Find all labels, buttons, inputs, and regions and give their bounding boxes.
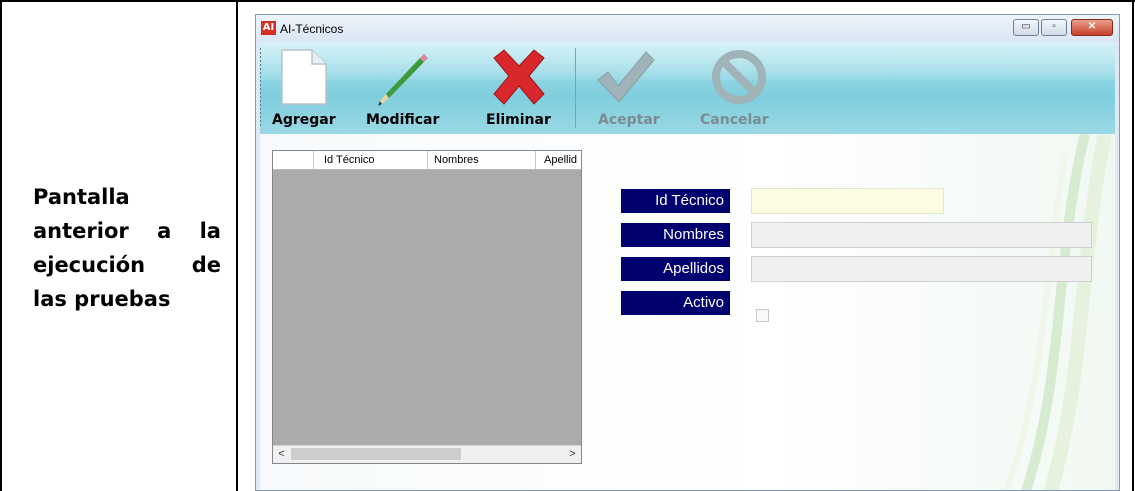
caption-line: Pantalla (33, 185, 130, 209)
activo-label: Activo (621, 291, 730, 315)
background-swoosh (1003, 134, 1112, 490)
caption-line: las pruebas (33, 287, 171, 311)
nombres-label: Nombres (621, 223, 730, 247)
row-header-cell (273, 151, 314, 169)
modificar-button[interactable]: Modificar (356, 42, 456, 134)
title-bar[interactable]: AI AI-Técnicos ▭ ▫ ✕ (256, 15, 1119, 42)
form-area: Id Técnico Nombres Apellid < > Id Técnic… (260, 134, 1115, 490)
grid-header: Id Técnico Nombres Apellid (273, 151, 581, 170)
activo-checkbox[interactable] (756, 309, 769, 322)
caption-line: ejecución de (33, 253, 221, 277)
scroll-right-arrow[interactable]: > (564, 446, 581, 463)
aceptar-button[interactable]: Aceptar (590, 42, 680, 134)
toolbar-separator (575, 48, 576, 128)
window-title: AI-Técnicos (280, 22, 344, 36)
caption-line: anterior a la (33, 219, 221, 243)
agregar-label: Agregar (272, 112, 336, 128)
agregar-button[interactable]: Agregar (262, 42, 344, 134)
new-document-icon (281, 49, 327, 105)
apellidos-label: Apellidos (621, 257, 730, 281)
table-cell-divider (236, 0, 238, 491)
cancelar-label: Cancelar (700, 112, 769, 128)
horizontal-scrollbar[interactable]: < > (273, 445, 581, 463)
pencil-icon (378, 54, 428, 106)
scroll-thumb[interactable] (291, 448, 461, 460)
checkmark-icon (597, 51, 655, 103)
nombres-field[interactable] (751, 222, 1092, 248)
app-logo-icon: AI (261, 21, 276, 35)
cancelar-button[interactable]: Cancelar (696, 42, 786, 134)
id-tecnico-field[interactable] (751, 188, 944, 214)
cancel-circle-icon (712, 50, 766, 104)
maximize-button[interactable]: ▫ (1041, 19, 1067, 36)
caption-text: Pantalla anterior a la ejecución de las pru… (33, 180, 221, 316)
column-header-apellidos[interactable]: Apellid (536, 151, 582, 169)
aceptar-label: Aceptar (598, 112, 660, 128)
minimize-button[interactable]: ▭ (1013, 19, 1039, 36)
apellidos-field[interactable] (751, 256, 1092, 282)
modificar-label: Modificar (366, 112, 440, 128)
tecnicos-grid[interactable]: Id Técnico Nombres Apellid < > (272, 150, 582, 464)
table-top-border (0, 0, 1135, 2)
table-right-border (1132, 0, 1134, 491)
table-left-border (0, 0, 2, 491)
toolbar-grip (260, 48, 261, 128)
id-tecnico-label: Id Técnico (621, 189, 730, 213)
column-header-nombres[interactable]: Nombres (428, 151, 536, 169)
scroll-left-arrow[interactable]: < (273, 446, 290, 463)
delete-x-icon (493, 49, 545, 105)
eliminar-label: Eliminar (486, 112, 551, 128)
app-window: AI AI-Técnicos ▭ ▫ ✕ Agregar Modificar E… (255, 14, 1120, 491)
eliminar-button[interactable]: Eliminar (472, 42, 562, 134)
close-button[interactable]: ✕ (1071, 19, 1113, 36)
column-header-id[interactable]: Id Técnico (314, 151, 428, 169)
toolbar: Agregar Modificar Eliminar Aceptar Cance… (260, 42, 1115, 134)
